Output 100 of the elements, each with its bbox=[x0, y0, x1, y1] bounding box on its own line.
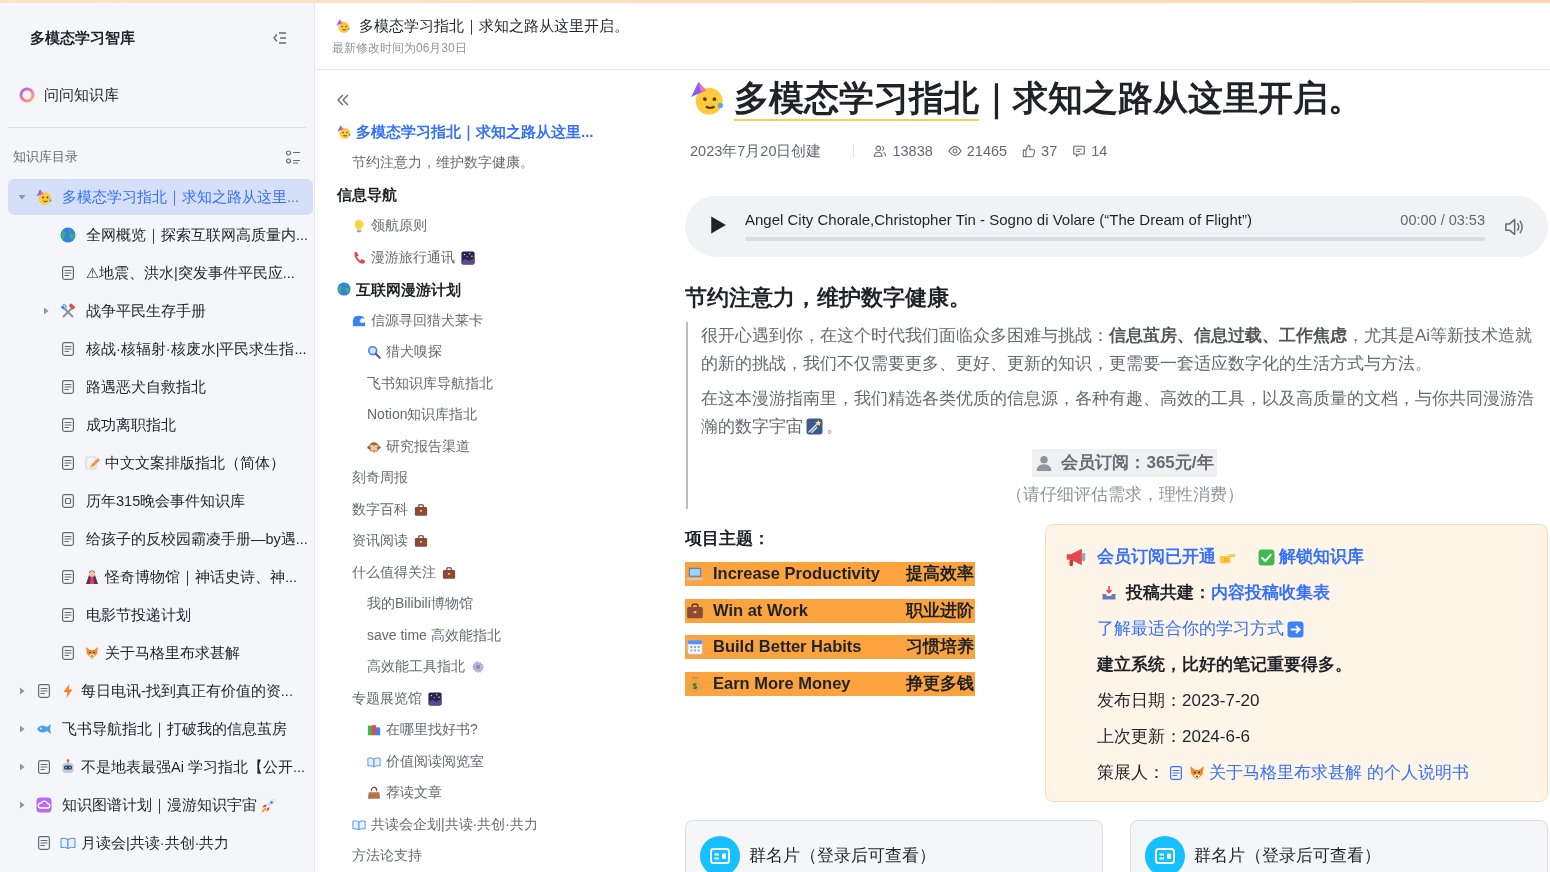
outline-item[interactable]: 节约注意力，维护数字健康。 bbox=[315, 147, 534, 179]
rocket-icon bbox=[261, 797, 277, 813]
tree-item[interactable]: 给孩子的反校园霸凌手册—by遇... bbox=[8, 521, 313, 557]
outline-item[interactable]: 数字百科 bbox=[315, 494, 428, 526]
topic-chinese: 习惯培养 bbox=[906, 636, 974, 658]
fox-icon bbox=[1188, 764, 1206, 782]
document-title: 多模态学习指北｜求知之路从这里开启。 bbox=[359, 17, 629, 36]
volume-icon[interactable] bbox=[1504, 216, 1524, 237]
subscription-link[interactable]: 会员订阅已开通 bbox=[1097, 539, 1216, 575]
unlock-link[interactable]: 解锁知识库 bbox=[1279, 539, 1364, 575]
outline-item[interactable]: 刻奇周报 bbox=[315, 462, 408, 494]
tree-item[interactable]: 不是地表最强Ai 学习指北【公开... bbox=[8, 749, 313, 785]
outline-item[interactable]: 飞书知识库导航指北 bbox=[315, 368, 493, 400]
ring-icon bbox=[19, 87, 35, 103]
outline-item[interactable]: 资讯阅读 bbox=[315, 525, 428, 557]
user-icon bbox=[1035, 454, 1054, 472]
document-icon bbox=[60, 379, 76, 395]
tree-item[interactable]: 成功离职指北 bbox=[8, 407, 313, 443]
paragraph-text: 在这本漫游指南里，我们精选各类优质的信息源，各种有趣、高效的工具，以及高质量的文档，与你共同漫游浩瀚的数字宇宙 。 bbox=[701, 388, 1535, 438]
outline-item[interactable]: 我的Bilibili博物馆 bbox=[315, 588, 473, 620]
topic-english: Win at Work bbox=[713, 599, 809, 621]
outline-item[interactable]: 专题展览馆 bbox=[315, 683, 442, 715]
document-icon bbox=[1168, 765, 1184, 781]
outline-item[interactable]: 在哪里找好书? bbox=[315, 714, 478, 746]
outline-item[interactable]: 价值阅读阅览室 bbox=[315, 746, 484, 778]
section-heading: 节约注意力，维护数字健康。 bbox=[685, 284, 972, 312]
outline-item[interactable]: 多模态学习指北｜求知之路从这里... bbox=[315, 116, 594, 148]
curator-label: 策展人： bbox=[1097, 762, 1165, 784]
tree-item[interactable]: 月读会|共读·共创·共力 bbox=[8, 825, 313, 861]
monkey-icon bbox=[367, 439, 381, 454]
section-label: 知识库目录 bbox=[13, 147, 78, 166]
briefcase-icon bbox=[414, 534, 428, 549]
document-icon bbox=[60, 645, 76, 661]
outline-item[interactable]: 什么值得关注 bbox=[315, 557, 456, 589]
play-icon[interactable] bbox=[709, 215, 727, 234]
tree-item[interactable]: 路遇恶犬自救指北 bbox=[8, 369, 313, 405]
magnifier-icon bbox=[367, 345, 381, 360]
topic-chinese: 提高效率 bbox=[906, 563, 974, 585]
books-icon bbox=[367, 723, 381, 738]
document-icon bbox=[60, 417, 76, 433]
collapse-sidebar-icon[interactable] bbox=[272, 30, 288, 46]
stat-count: 37 bbox=[1041, 141, 1058, 161]
outline-item[interactable]: 信息导航 bbox=[315, 179, 397, 211]
outline-item[interactable]: 荐读文章 bbox=[315, 777, 442, 809]
night-sky-icon bbox=[461, 250, 475, 265]
briefcase-icon bbox=[442, 565, 456, 580]
document-icon bbox=[60, 455, 76, 471]
wave-icon bbox=[352, 313, 366, 328]
cloud-tile-icon bbox=[36, 797, 52, 813]
shooting-star-tile-icon bbox=[806, 418, 823, 435]
tree-item[interactable]: 全网概览｜探索互联网高质量内... bbox=[8, 217, 313, 253]
tree-item[interactable]: 中文文案排版指北（简体） bbox=[8, 445, 313, 481]
tree-item[interactable]: 多模态学习指北｜求知之路从这里... bbox=[8, 179, 313, 215]
tree-item[interactable]: 战争平民生存手册 bbox=[8, 293, 313, 329]
outline-item[interactable]: 互联网漫游计划 bbox=[315, 273, 461, 305]
fish-icon bbox=[36, 721, 52, 737]
outline-item[interactable]: 共读会企划|共读·共创·共力 bbox=[315, 809, 538, 841]
motto-text: 建立系统，比好的笔记重要得多。 bbox=[1097, 654, 1352, 676]
group-card[interactable]: 群名片（登录后可查看） bbox=[1130, 820, 1548, 872]
outline-item[interactable]: 研究报告渠道 bbox=[315, 431, 470, 463]
party-face-icon bbox=[690, 81, 724, 115]
tree-item[interactable]: 每日电讯-找到真正有价值的资... bbox=[8, 673, 313, 709]
submit-label: 投稿共建： bbox=[1126, 582, 1211, 604]
caped-figure-icon bbox=[84, 569, 100, 585]
lightbulb-icon bbox=[352, 219, 366, 234]
submission-form-link[interactable]: 内容投稿收集表 bbox=[1211, 575, 1330, 611]
collapse-icon[interactable] bbox=[335, 92, 351, 108]
laptop-icon bbox=[686, 565, 704, 583]
outline-item[interactable]: 猎犬嗅探 bbox=[315, 336, 442, 368]
tree-item[interactable]: 电影节投递计划 bbox=[8, 597, 313, 633]
tree-item[interactable]: 知识图谱计划｜漫游知识宇宙 bbox=[8, 787, 313, 823]
document-icon bbox=[60, 607, 76, 623]
outline-item[interactable]: Notion知识库指北 bbox=[315, 399, 478, 431]
handbag-icon bbox=[367, 786, 381, 801]
tree-item[interactable]: ⚠地震、洪水|突发事件平民应... bbox=[8, 255, 313, 291]
ask-knowledge-base-link[interactable]: 问问知识库 bbox=[8, 77, 306, 113]
checkmark-icon bbox=[1258, 548, 1275, 566]
tree-item[interactable]: 怪奇博物馆｜神话史诗、神... bbox=[8, 559, 313, 595]
outline-item[interactable]: 方法论支持 bbox=[315, 840, 422, 872]
robot-icon bbox=[60, 759, 76, 775]
topic-chinese: 挣更多钱 bbox=[906, 672, 974, 694]
group-card[interactable]: 群名片（登录后可查看） bbox=[685, 820, 1103, 872]
outline-item[interactable]: 信源寻回猎犬莱卡 bbox=[315, 305, 483, 337]
open-book-icon bbox=[367, 754, 381, 769]
tree-item[interactable]: 历年315晚会事件知识库 bbox=[8, 483, 313, 519]
last-modified-text: 最新修改时间为06月30日 bbox=[332, 41, 467, 55]
learning-style-link[interactable]: 了解最适合你的学习方式 bbox=[1097, 611, 1284, 647]
outline-item[interactable]: save time 高效能指北 bbox=[315, 620, 501, 652]
list-icon[interactable] bbox=[285, 149, 301, 165]
outline-item[interactable]: 高效能工具指北 bbox=[315, 651, 485, 683]
id-card-icon bbox=[1145, 836, 1185, 872]
tree-item[interactable]: 核战·核辐射·核废水|平民求生指... bbox=[8, 331, 313, 367]
curator-link[interactable]: 关于马格里布求甚解 的个人说明书 bbox=[1209, 755, 1469, 791]
paragraph-text: 很开心遇到你，在这个时代我们面临众多困难与挑战：信息茧房、信息过载、工作焦虑，尤其是Ai等新技术造就的新的挑战，我们不仅需要更多、更好、更新的知识，更需要一套适应数字化的生活方式与方法。 bbox=[701, 325, 1534, 375]
outline-item[interactable]: 领航原则 bbox=[315, 210, 427, 242]
tree-item[interactable]: 飞书导航指北｜打破我的信息茧房 bbox=[8, 711, 313, 747]
outline-item[interactable]: 漫游旅行通讯 bbox=[315, 242, 475, 274]
document-icon bbox=[60, 569, 76, 585]
tree-item[interactable]: 关于马格里布求甚解 bbox=[8, 635, 313, 671]
document-icon bbox=[36, 835, 52, 851]
